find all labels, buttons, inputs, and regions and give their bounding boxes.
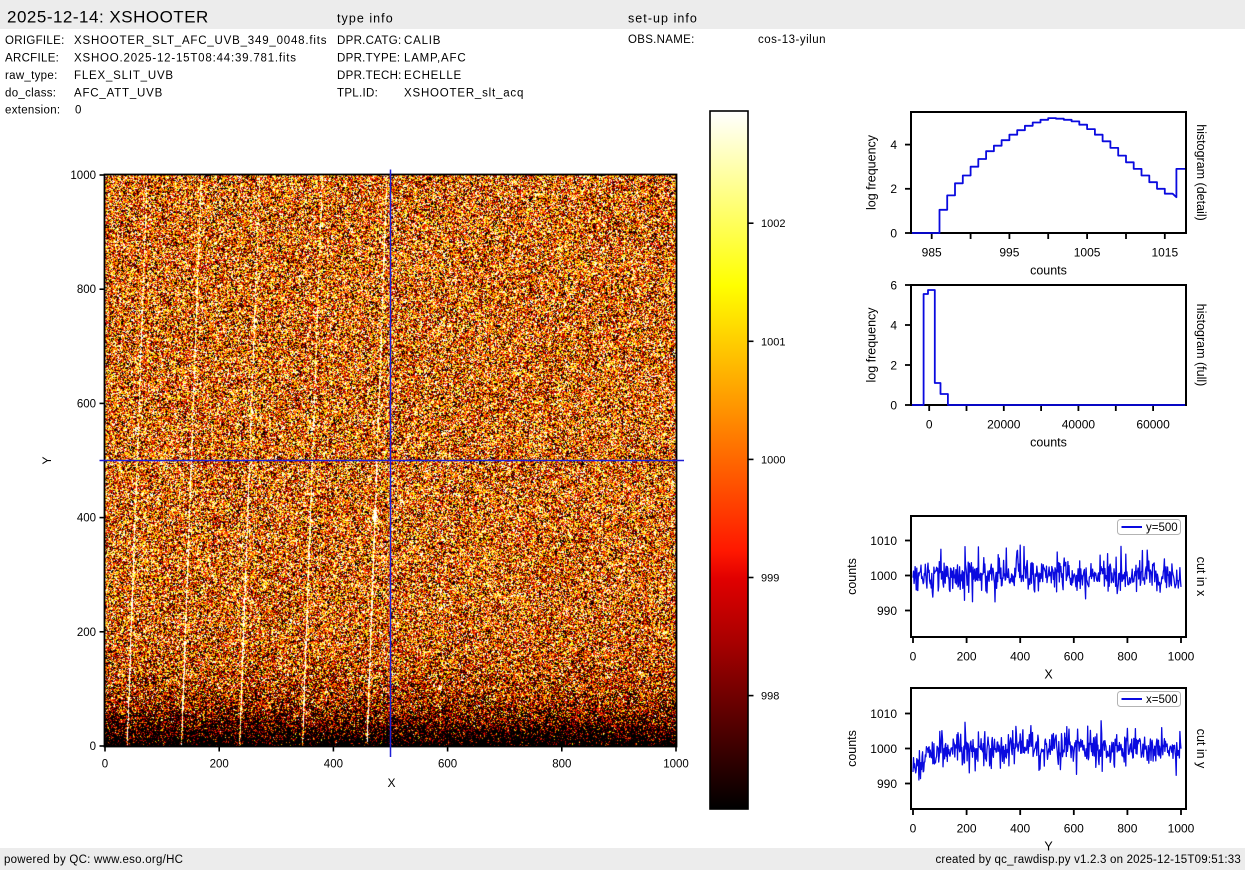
svg-text:1000: 1000: [870, 569, 897, 583]
svg-text:AFC_ATT_UVB: AFC_ATT_UVB: [74, 88, 163, 100]
svg-text:400: 400: [324, 759, 343, 771]
svg-text:200: 200: [957, 649, 977, 663]
svg-text:1000: 1000: [1168, 821, 1195, 835]
svg-text:0: 0: [910, 649, 917, 663]
svg-text:800: 800: [552, 759, 571, 771]
svg-text:995: 995: [999, 245, 1019, 259]
svg-text:2025-12-14: XSHOOTER: 2025-12-14: XSHOOTER: [7, 8, 209, 27]
svg-text:set-up info: set-up info: [628, 12, 698, 26]
svg-text:400: 400: [1010, 821, 1030, 835]
svg-text:0: 0: [75, 105, 82, 117]
svg-text:histogram (detail): histogram (detail): [1194, 124, 1208, 221]
svg-text:extension:: extension:: [5, 105, 60, 117]
svg-text:cut in x: cut in x: [1194, 557, 1208, 597]
svg-text:ARCFILE:: ARCFILE:: [5, 53, 59, 65]
svg-text:999: 999: [761, 573, 779, 585]
svg-text:cut in y: cut in y: [1194, 729, 1208, 769]
svg-text:200: 200: [77, 627, 96, 639]
svg-text:LAMP,AFC: LAMP,AFC: [404, 53, 466, 65]
svg-text:Y: Y: [1044, 840, 1053, 854]
svg-text:0: 0: [102, 759, 108, 771]
svg-text:400: 400: [77, 513, 96, 525]
svg-text:40000: 40000: [1062, 417, 1096, 431]
svg-text:1005: 1005: [1074, 245, 1101, 259]
svg-text:log frequency: log frequency: [865, 307, 879, 383]
svg-text:800: 800: [1117, 821, 1137, 835]
svg-text:X: X: [1044, 668, 1053, 682]
svg-text:0: 0: [890, 226, 897, 240]
svg-text:XSHOOTER_slt_acq: XSHOOTER_slt_acq: [404, 88, 524, 100]
svg-text:1000: 1000: [70, 170, 96, 182]
svg-text:6: 6: [890, 278, 897, 292]
svg-text:0: 0: [910, 821, 917, 835]
svg-text:600: 600: [1064, 821, 1084, 835]
svg-text:1015: 1015: [1151, 245, 1178, 259]
svg-text:400: 400: [1010, 649, 1030, 663]
svg-text:1002: 1002: [761, 218, 785, 230]
svg-text:600: 600: [1064, 649, 1084, 663]
svg-text:x=500: x=500: [1146, 694, 1178, 706]
svg-text:0: 0: [90, 741, 96, 753]
svg-text:do_class:: do_class:: [5, 88, 56, 100]
svg-text:XSHOOTER_SLT_AFC_UVB_349_0048.: XSHOOTER_SLT_AFC_UVB_349_0048.fits: [74, 35, 327, 47]
svg-text:DPR.TECH:: DPR.TECH:: [337, 70, 402, 82]
svg-text:counts: counts: [845, 730, 859, 767]
svg-text:985: 985: [922, 245, 942, 259]
svg-text:OBS.NAME:: OBS.NAME:: [628, 34, 695, 46]
svg-text:counts: counts: [1030, 264, 1067, 278]
svg-text:histogram (full): histogram (full): [1194, 304, 1208, 387]
svg-text:600: 600: [438, 759, 457, 771]
svg-text:X: X: [387, 776, 395, 790]
svg-text:200: 200: [210, 759, 229, 771]
svg-text:raw_type:: raw_type:: [5, 70, 58, 82]
svg-text:XSHOO.2025-12-15T08:44:39.781.: XSHOO.2025-12-15T08:44:39.781.fits: [74, 53, 297, 65]
svg-text:DPR.CATG:: DPR.CATG:: [337, 35, 401, 47]
svg-text:CALIB: CALIB: [404, 35, 441, 47]
svg-text:counts: counts: [1030, 436, 1067, 450]
svg-text:counts: counts: [845, 558, 859, 595]
svg-text:0: 0: [890, 398, 897, 412]
svg-text:2: 2: [890, 358, 897, 372]
svg-text:log frequency: log frequency: [865, 134, 879, 210]
svg-text:1000: 1000: [870, 742, 897, 756]
svg-text:800: 800: [1117, 649, 1137, 663]
svg-text:cos-13-yilun: cos-13-yilun: [758, 34, 826, 46]
svg-text:ORIGFILE:: ORIGFILE:: [5, 35, 65, 47]
svg-text:powered by QC: www.eso.org/HC: powered by QC: www.eso.org/HC: [4, 854, 183, 866]
svg-text:1000: 1000: [761, 454, 785, 466]
svg-text:1010: 1010: [870, 534, 897, 548]
svg-text:1000: 1000: [663, 759, 689, 771]
svg-text:0: 0: [926, 417, 933, 431]
svg-text:800: 800: [77, 284, 96, 296]
svg-text:60000: 60000: [1136, 417, 1170, 431]
svg-text:type info: type info: [337, 12, 394, 26]
svg-text:1000: 1000: [1168, 649, 1195, 663]
svg-text:2: 2: [890, 182, 897, 196]
svg-text:600: 600: [77, 398, 96, 410]
svg-text:Y: Y: [40, 456, 54, 464]
svg-text:4: 4: [890, 138, 897, 152]
svg-text:4: 4: [890, 318, 897, 332]
svg-text:ECHELLE: ECHELLE: [404, 70, 462, 82]
svg-text:200: 200: [957, 821, 977, 835]
svg-text:20000: 20000: [987, 417, 1021, 431]
svg-text:DPR.TYPE:: DPR.TYPE:: [337, 53, 400, 65]
svg-text:TPL.ID:: TPL.ID:: [337, 88, 378, 100]
svg-text:998: 998: [761, 691, 779, 703]
svg-text:1010: 1010: [870, 707, 897, 721]
svg-text:FLEX_SLIT_UVB: FLEX_SLIT_UVB: [74, 70, 174, 82]
svg-text:y=500: y=500: [1146, 522, 1178, 534]
svg-text:990: 990: [877, 777, 897, 791]
svg-text:990: 990: [877, 604, 897, 618]
svg-text:created by qc_rawdisp.py v1.2.: created by qc_rawdisp.py v1.2.3 on 2025-…: [935, 854, 1241, 866]
svg-text:1001: 1001: [761, 336, 785, 348]
